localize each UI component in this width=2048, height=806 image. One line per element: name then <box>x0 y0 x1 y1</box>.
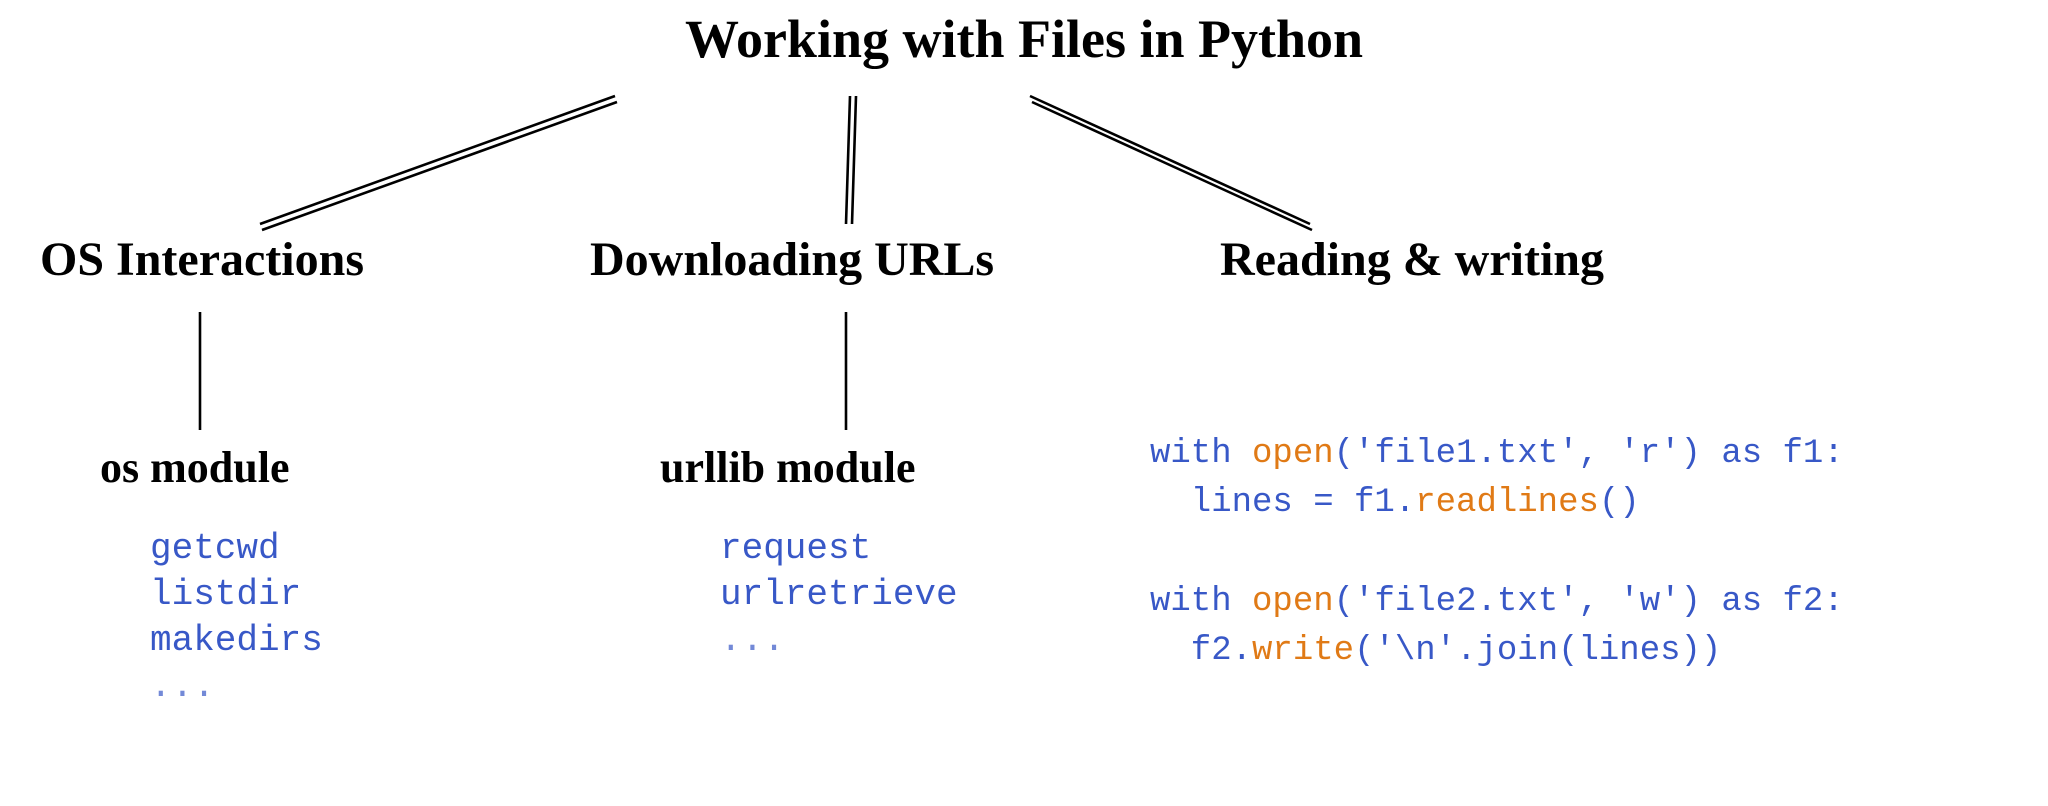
branch-url-items: request urlretrieve ... <box>720 526 958 664</box>
diagram-stage: Working with Files in Python OS Interact… <box>0 0 2048 806</box>
branch-os-heading: OS Interactions <box>40 232 364 287</box>
branch-rw-heading: Reading & writing <box>1220 232 1604 287</box>
branch-rw-code: with open('file1.txt', 'r') as f1: lines… <box>1150 430 1844 676</box>
branch-os-module: os module <box>100 442 289 493</box>
branch-url-heading: Downloading URLs <box>590 232 994 287</box>
branch-url-module: urllib module <box>660 442 916 493</box>
root-title: Working with Files in Python <box>685 8 1363 70</box>
branch-os-items: getcwd listdir makedirs ... <box>150 526 323 710</box>
